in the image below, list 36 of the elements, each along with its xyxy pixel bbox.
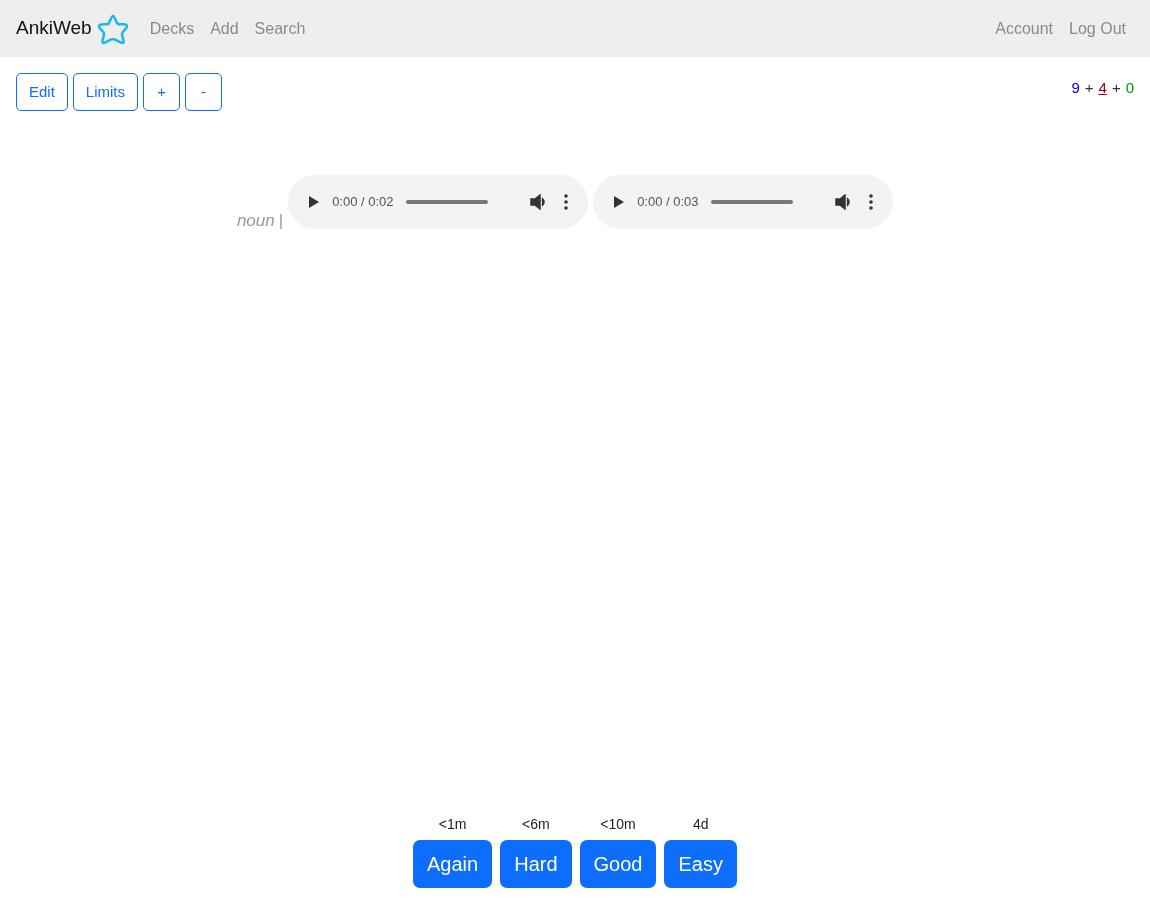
nav-link[interactable]: Log Out: [1069, 16, 1126, 41]
toolbar-button[interactable]: Limits: [72, 73, 139, 111]
audio-progress-bar[interactable]: [405, 200, 488, 204]
audio-player[interactable]: 0:00 / 0:03: [593, 175, 894, 229]
audio-time: 0:00 / 0:03: [637, 193, 699, 212]
interval-label: <10m: [600, 815, 636, 834]
nav-link[interactable]: Search: [254, 16, 306, 41]
more-options-icon[interactable]: [564, 194, 569, 210]
answer-button[interactable]: Good: [579, 840, 657, 888]
star-logo-icon: [95, 12, 130, 45]
brand-logo[interactable]: AnkiWeb: [16, 12, 130, 45]
audio-progress-bar[interactable]: [710, 200, 793, 204]
separator: |: [278, 209, 284, 232]
count: 4: [1098, 78, 1107, 98]
nav-link[interactable]: Account: [995, 16, 1054, 41]
nav-link[interactable]: Add: [210, 16, 239, 41]
play-icon[interactable]: [308, 195, 321, 209]
toolbar-button[interactable]: +: [143, 73, 181, 111]
toolbar-button[interactable]: -: [185, 73, 223, 111]
audio-time: 0:00 / 0:02: [332, 193, 394, 212]
plus-sign: +: [1111, 78, 1121, 98]
plus-sign: +: [1084, 78, 1094, 98]
interval-label: 4d: [692, 815, 709, 834]
answer-button[interactable]: Again: [413, 840, 493, 888]
part-of-speech: noun: [236, 209, 275, 232]
play-icon[interactable]: [613, 195, 626, 209]
interval-label: <1m: [438, 815, 467, 834]
count: 0: [1125, 78, 1134, 98]
answer-button[interactable]: Hard: [500, 840, 572, 888]
audio-player[interactable]: 0:00 / 0:02: [288, 175, 589, 229]
more-options-icon[interactable]: [869, 194, 874, 210]
answer-button[interactable]: Easy: [664, 840, 737, 888]
nav-link[interactable]: Decks: [149, 16, 195, 41]
toolbar-button[interactable]: Edit: [16, 73, 68, 111]
interval-label: <6m: [522, 815, 550, 834]
count: 9: [1071, 78, 1080, 98]
